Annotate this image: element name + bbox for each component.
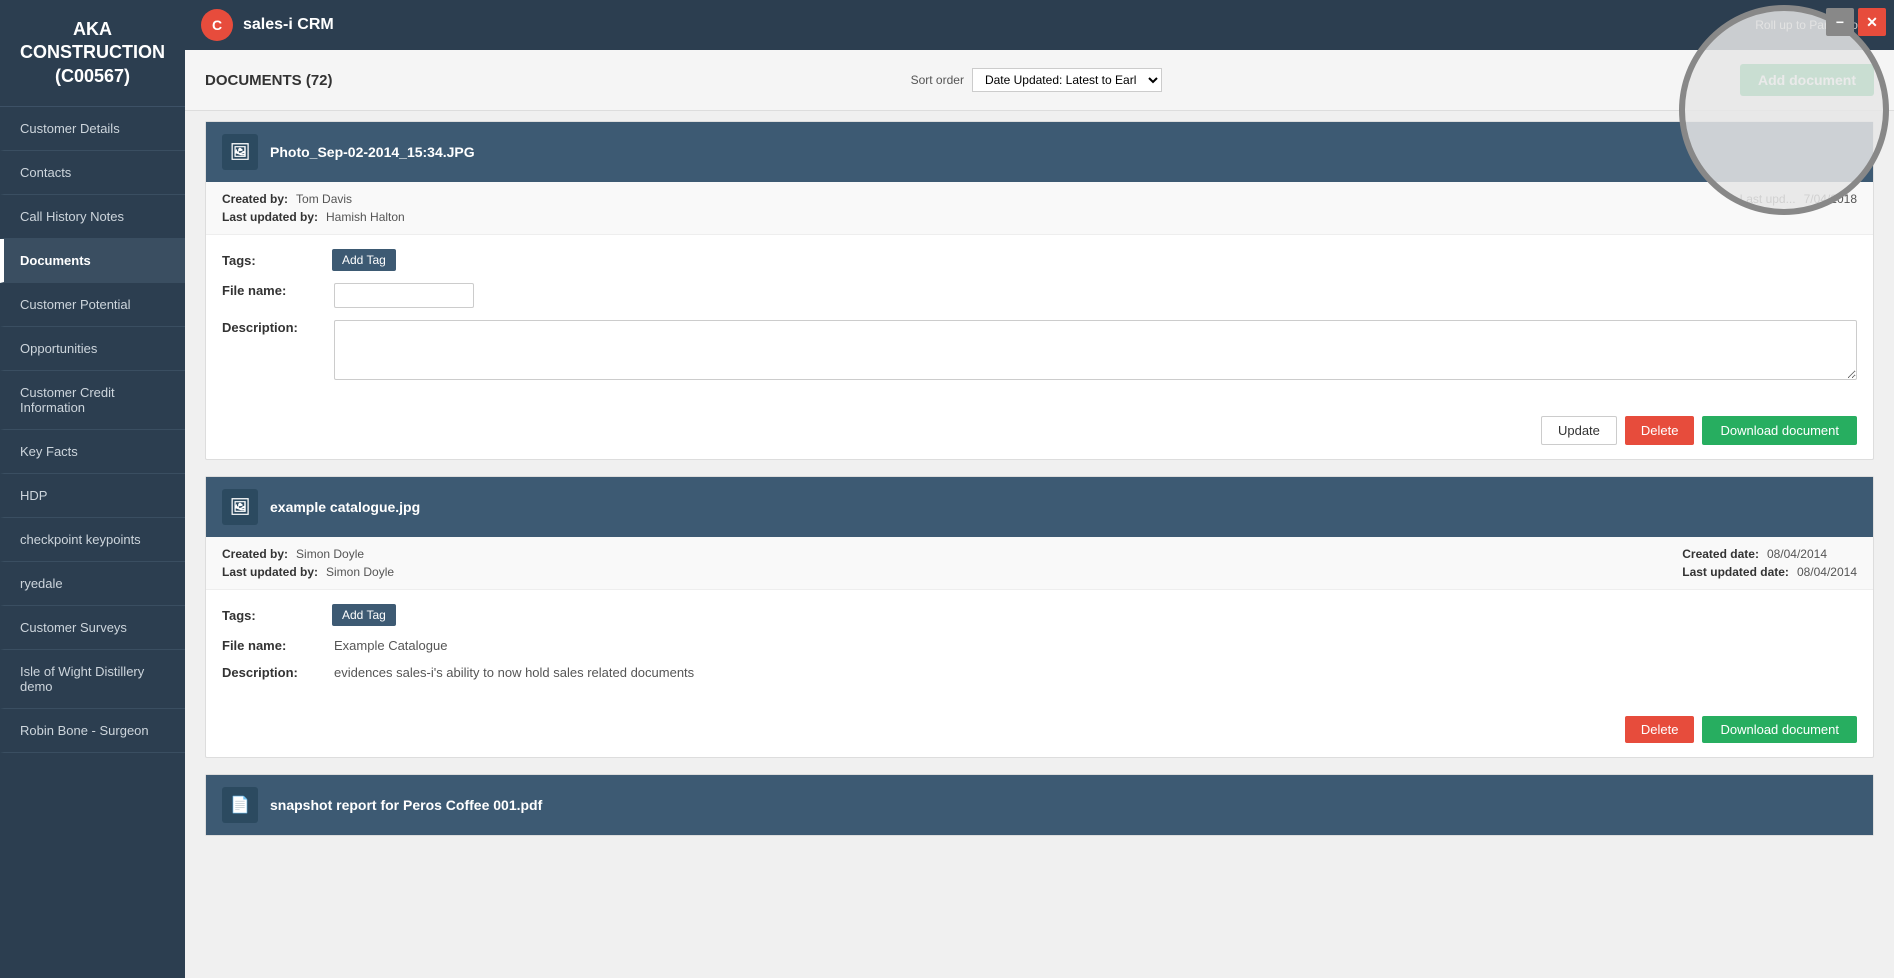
doc-created-by-row-2: Created by: Simon Doyle — [222, 547, 394, 561]
doc-last-upd-row-1: Last upd... 7/04/2018 — [1740, 192, 1857, 206]
topbar: C sales-i CRM Roll up to Par... count: −… — [185, 0, 1894, 50]
sidebar-nav: Customer DetailsContactsCall History Not… — [0, 107, 185, 978]
sort-label: Sort order — [911, 73, 964, 87]
doc-desc-row-1: Description: — [222, 320, 1857, 380]
sidebar-company-name: AKA CONSTRUCTION (C00567) — [0, 0, 185, 107]
sidebar-item-isle-of-wight[interactable]: Isle of Wight Distillery demo — [0, 650, 185, 709]
doc-card-header-2: 🖼 example catalogue.jpg — [206, 477, 1873, 537]
doc-filename-field-value-2: Example Catalogue — [334, 638, 1857, 653]
sidebar-item-robin-bone[interactable]: Robin Bone - Surgeon — [0, 709, 185, 753]
sidebar-item-call-history-notes[interactable]: Call History Notes — [0, 195, 185, 239]
sidebar-item-opportunities[interactable]: Opportunities — [0, 327, 185, 371]
doc-updated-by-label-1: Last updated by: — [222, 210, 318, 224]
doc-desc-row-2: Description: evidences sales-i's ability… — [222, 665, 1857, 680]
document-card-2: 🖼 example catalogue.jpg Created by: Simo… — [205, 476, 1874, 758]
doc-updated-by-value-1: Hamish Halton — [326, 210, 405, 224]
sidebar-item-checkpoint-keypoints[interactable]: checkpoint keypoints — [0, 518, 185, 562]
doc-card-header-3: 📄 snapshot report for Peros Coffee 001.p… — [206, 775, 1873, 835]
doc-created-by-value-2: Simon Doyle — [296, 547, 364, 561]
doc-body-1: Tags: Add Tag File name: Description: — [206, 235, 1873, 406]
sidebar-item-customer-credit-information[interactable]: Customer Credit Information — [0, 371, 185, 430]
doc-created-by-label-2: Created by: — [222, 547, 288, 561]
main-content: C sales-i CRM Roll up to Par... count: −… — [185, 0, 1894, 978]
sidebar-item-ryedale[interactable]: ryedale — [0, 562, 185, 606]
doc-updated-by-row-1: Last updated by: Hamish Halton — [222, 210, 405, 224]
doc-actions-2: Delete Download document — [206, 706, 1873, 757]
doc-created-by-value-1: Tom Davis — [296, 192, 352, 206]
doc-desc-textarea-1[interactable] — [334, 320, 1857, 380]
doc-body-2: Tags: Add Tag File name: Example Catalog… — [206, 590, 1873, 706]
doc-tags-row-1: Tags: Add Tag — [222, 249, 1857, 271]
doc-last-upd-label-2: Last updated date: — [1682, 565, 1789, 579]
documents-title: DOCUMENTS (72) — [205, 72, 333, 89]
doc-filename-1: Photo_Sep-02-2014_15:34.JPG — [270, 144, 475, 160]
documents-header: DOCUMENTS (72) Sort order Date Updated: … — [185, 50, 1894, 111]
sidebar-item-documents[interactable]: Documents — [0, 239, 185, 283]
doc-filename-3: snapshot report for Peros Coffee 001.pdf — [270, 797, 542, 813]
doc-created-by-row-1: Created by: Tom Davis — [222, 192, 405, 206]
update-button-1[interactable]: Update — [1541, 416, 1617, 445]
doc-filename-2: example catalogue.jpg — [270, 499, 420, 515]
app-name: sales-i CRM — [243, 16, 334, 34]
sidebar: AKA CONSTRUCTION (C00567) Customer Detai… — [0, 0, 185, 978]
doc-meta-right-2: Created date: 08/04/2014 Last updated da… — [1682, 547, 1857, 579]
doc-card-header-1: 🖼 Photo_Sep-02-2014_15:34.JPG — [206, 122, 1873, 182]
doc-last-upd-value-1: 7/04/2018 — [1804, 192, 1857, 206]
doc-created-date-row-2: Created date: 08/04/2014 — [1682, 547, 1857, 561]
doc-desc-label-2: Description: — [222, 665, 322, 680]
tags-label-1: Tags: — [222, 253, 322, 268]
app-logo: C — [201, 9, 233, 41]
roll-up-label: Roll up to Par... — [1755, 18, 1837, 32]
doc-updated-by-label-2: Last updated by: — [222, 565, 318, 579]
doc-filename-field-label-2: File name: — [222, 638, 322, 653]
doc-created-by-label-1: Created by: — [222, 192, 288, 206]
minimize-button[interactable]: − — [1826, 8, 1854, 36]
tags-label-2: Tags: — [222, 608, 322, 623]
doc-created-date-value-2: 08/04/2014 — [1767, 547, 1827, 561]
delete-button-2[interactable]: Delete — [1625, 716, 1695, 743]
doc-meta-1: Created by: Tom Davis Last updated by: H… — [206, 182, 1873, 235]
sidebar-item-hdp[interactable]: HDP — [0, 474, 185, 518]
doc-desc-label-1: Description: — [222, 320, 322, 335]
doc-meta-2: Created by: Simon Doyle Last updated by:… — [206, 537, 1873, 590]
doc-created-date-label-2: Created date: — [1682, 547, 1759, 561]
doc-tags-row-2: Tags: Add Tag — [222, 604, 1857, 626]
add-document-button[interactable]: Add document — [1740, 64, 1874, 96]
doc-filename-input-1[interactable] — [334, 283, 474, 308]
doc-filename-row-1: File name: — [222, 283, 1857, 308]
document-card-3: 📄 snapshot report for Peros Coffee 001.p… — [205, 774, 1874, 836]
doc-last-upd-row-2: Last updated date: 08/04/2014 — [1682, 565, 1857, 579]
add-tag-button-1[interactable]: Add Tag — [332, 249, 396, 271]
close-button[interactable]: ✕ — [1858, 8, 1886, 36]
sidebar-item-contacts[interactable]: Contacts — [0, 151, 185, 195]
doc-actions-1: Update Delete Download document — [206, 406, 1873, 459]
doc-filename-row-2: File name: Example Catalogue — [222, 638, 1857, 653]
doc-icon-2: 🖼 — [222, 489, 258, 525]
doc-filename-field-label-1: File name: — [222, 283, 322, 298]
doc-meta-left-2: Created by: Simon Doyle Last updated by:… — [222, 547, 394, 579]
doc-meta-left-1: Created by: Tom Davis Last updated by: H… — [222, 192, 405, 224]
sidebar-item-customer-details[interactable]: Customer Details — [0, 107, 185, 151]
add-tag-button-2[interactable]: Add Tag — [332, 604, 396, 626]
doc-last-upd-label-1: Last upd... — [1740, 192, 1796, 206]
doc-meta-right-1: Last upd... 7/04/2018 — [1740, 192, 1857, 224]
documents-list: 🖼 Photo_Sep-02-2014_15:34.JPG Created by… — [185, 111, 1894, 978]
sidebar-item-key-facts[interactable]: Key Facts — [0, 430, 185, 474]
sidebar-item-customer-potential[interactable]: Customer Potential — [0, 283, 185, 327]
sidebar-item-customer-surveys[interactable]: Customer Surveys — [0, 606, 185, 650]
doc-last-upd-value-2: 08/04/2014 — [1797, 565, 1857, 579]
download-button-2[interactable]: Download document — [1702, 716, 1857, 743]
doc-updated-by-row-2: Last updated by: Simon Doyle — [222, 565, 394, 579]
sort-area: Sort order Date Updated: Latest to Earl — [911, 68, 1162, 92]
download-button-1[interactable]: Download document — [1702, 416, 1857, 445]
delete-button-1[interactable]: Delete — [1625, 416, 1695, 445]
sort-select[interactable]: Date Updated: Latest to Earl — [972, 68, 1162, 92]
doc-icon-3: 📄 — [222, 787, 258, 823]
doc-desc-value-2: evidences sales-i's ability to now hold … — [334, 665, 1857, 680]
doc-icon-1: 🖼 — [222, 134, 258, 170]
doc-updated-by-value-2: Simon Doyle — [326, 565, 394, 579]
document-card-1: 🖼 Photo_Sep-02-2014_15:34.JPG Created by… — [205, 121, 1874, 460]
